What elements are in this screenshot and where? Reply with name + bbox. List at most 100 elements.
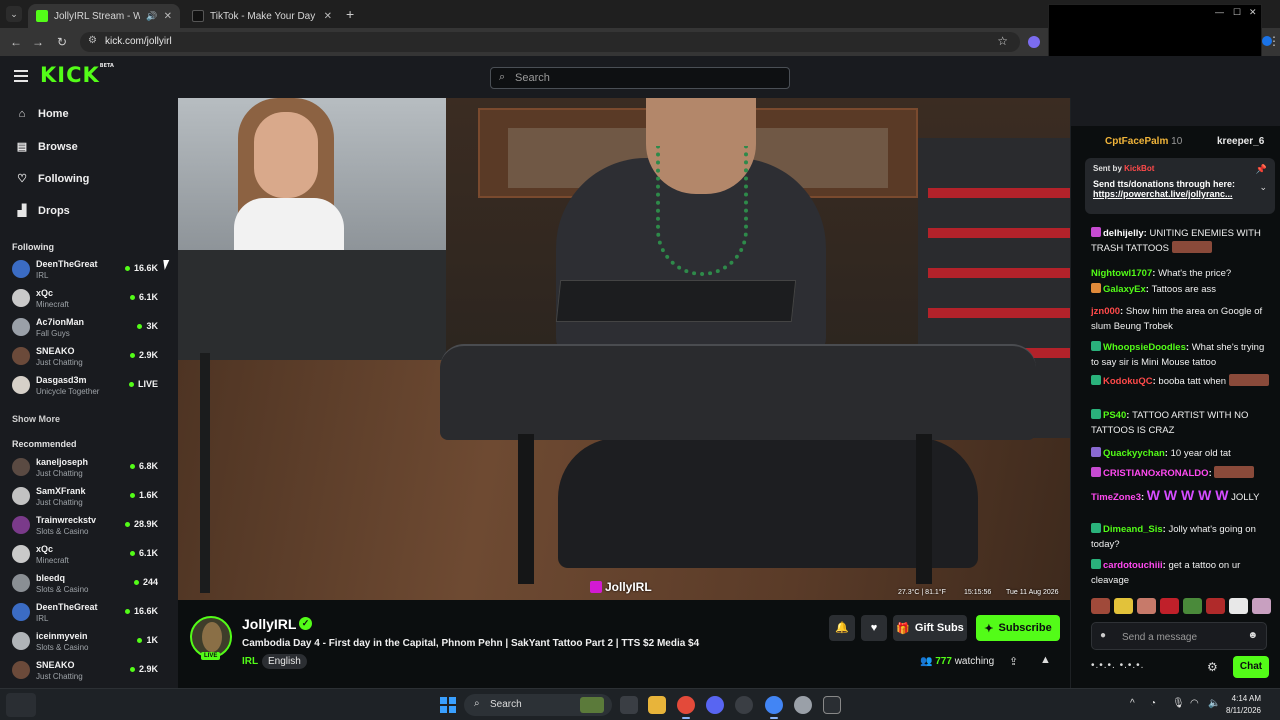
channel-list-item[interactable]: SNEAKO Just Chatting 2.9K <box>12 657 162 683</box>
pin-icon[interactable]: 📌 <box>1256 164 1267 175</box>
emote[interactable] <box>1206 598 1225 614</box>
chat-username[interactable]: TimeZone3 <box>1091 492 1141 503</box>
top-gifter[interactable]: kreeper_6 <box>1217 136 1264 147</box>
emote[interactable] <box>1091 598 1110 614</box>
emote[interactable] <box>1252 598 1271 614</box>
category-link[interactable]: IRL <box>242 656 258 667</box>
emote[interactable] <box>1183 598 1202 614</box>
chat-message[interactable]: Nightowl1707: What's the price? <box>1091 266 1271 281</box>
channel-list-item[interactable]: kaneljoseph Just Chatting 6.8K <box>12 454 162 480</box>
emote[interactable] <box>1137 598 1156 614</box>
app-icon[interactable] <box>735 696 753 714</box>
maximize-icon[interactable]: ☐ <box>1233 7 1241 18</box>
terminal-icon[interactable] <box>823 696 841 714</box>
chat-username[interactable]: GalaxyEx <box>1103 284 1146 295</box>
microphone-icon[interactable]: 🎙 <box>1172 698 1185 709</box>
chat-username[interactable]: WhoopsieDoodles <box>1103 342 1186 353</box>
chevron-down-icon[interactable]: ⌄ <box>1259 182 1267 193</box>
widgets-button[interactable] <box>6 693 36 717</box>
emote[interactable] <box>1229 598 1248 614</box>
channel-list-item[interactable]: xQc Minecraft 6.1K <box>12 285 162 311</box>
chat-message[interactable]: jzn000: Show him the area on Google of s… <box>1091 304 1271 334</box>
video-player[interactable]: JollyIRL 27.3°C | 81.1°F 15:15:56 Tue 11… <box>178 98 1070 600</box>
chat-message[interactable]: GalaxyEx: Tattoos are ass <box>1091 282 1271 297</box>
chat-send-button[interactable]: Chat <box>1233 656 1269 678</box>
reload-icon[interactable]: ↻ <box>54 34 70 50</box>
top-gifter[interactable]: CptFacePalm 10 <box>1105 136 1182 147</box>
chrome-profile-icon[interactable] <box>765 696 783 719</box>
tab-jollyirl[interactable]: JollyIRL Stream - Watch Live 🔊 ✕ <box>28 4 180 28</box>
address-bar[interactable]: ⚙ kick.com/jollyirl ☆ <box>80 32 1020 52</box>
close-icon[interactable]: ✕ <box>1249 7 1257 18</box>
follow-heart-icon[interactable]: ♥ <box>861 615 887 641</box>
report-icon[interactable]: ▲ <box>1040 654 1051 666</box>
discord-icon[interactable] <box>706 696 724 714</box>
channel-list-item[interactable]: Trainwreckstv Slots & Casino 28.9K <box>12 512 162 538</box>
windows-start-icon[interactable] <box>440 697 456 713</box>
chat-message[interactable]: TimeZone3: W W W W W JOLLY <box>1091 488 1271 505</box>
channel-list-item[interactable]: xQc Minecraft 6.1K <box>12 541 162 567</box>
chat-message[interactable]: Dimeand_Sis: Jolly what's going on today… <box>1091 522 1271 552</box>
emoji-icon[interactable]: ☻ <box>1247 630 1258 641</box>
chat-username[interactable]: Dimeand_Sis <box>1103 524 1163 535</box>
browser-menu-icon[interactable]: ⋮ <box>1268 34 1280 48</box>
kick-logo[interactable]: KICKBETA <box>40 63 114 87</box>
tab-tiktok[interactable]: TikTok - Make Your Day ✕ <box>184 4 340 28</box>
channel-list-item[interactable]: SamXFrank Just Chatting 1.6K <box>12 483 162 509</box>
back-arrow-icon[interactable]: ← <box>8 34 24 50</box>
gift-subs-button[interactable]: 🎁 Gift Subs <box>893 615 967 641</box>
sidebar-item-drops[interactable]: ▟ Drops <box>16 204 70 218</box>
volume-icon[interactable]: 🔈 <box>1208 698 1220 709</box>
chat-message[interactable]: PS40: TATTOO ARTIST WITH NO TATTOOS IS C… <box>1091 408 1271 438</box>
channel-list-item[interactable]: Ac7ionMan Fall Guys 3K <box>12 314 162 340</box>
channel-list-item[interactable]: bleedq Slots & Casino 244 <box>12 570 162 596</box>
gear-icon[interactable]: ⚙ <box>1207 660 1218 674</box>
channel-name[interactable]: JollyIRL <box>242 616 296 632</box>
share-icon[interactable]: ⇪ <box>1009 655 1018 668</box>
chrome-icon[interactable] <box>677 696 695 719</box>
chevron-up-icon[interactable]: ^ <box>1130 698 1135 709</box>
minimize-icon[interactable]: — <box>1215 7 1224 17</box>
pinned-link[interactable]: https://powerchat.live/jollyranc... <box>1093 189 1267 199</box>
chat-input-box[interactable]: ● ☻ <box>1091 622 1267 650</box>
file-explorer-icon[interactable] <box>648 696 666 714</box>
chat-message[interactable]: Quackyychan: 10 year old tat <box>1091 446 1271 461</box>
search-input[interactable] <box>515 70 775 86</box>
notification-bell-icon[interactable]: 🔔 <box>829 615 855 641</box>
channel-list-item[interactable]: SNEAKO Just Chatting 2.9K <box>12 343 162 369</box>
chat-message[interactable]: delhijelly: UNITING ENEMIES WITH TRASH T… <box>1091 226 1271 256</box>
chat-username[interactable]: delhijelly <box>1103 228 1144 239</box>
extension-icon[interactable] <box>1028 36 1040 48</box>
sidebar-item-following[interactable]: ♡ Following <box>16 172 89 186</box>
chat-username[interactable]: Quackyychan <box>1103 448 1165 459</box>
channel-list-item[interactable]: Dasgasd3m Unicycle Together LIVE <box>12 372 162 398</box>
forward-arrow-icon[interactable]: → <box>30 34 46 50</box>
emote[interactable] <box>1114 598 1133 614</box>
channel-list-item[interactable]: DeenTheGreat IRL 16.6K <box>12 599 162 625</box>
chat-message[interactable]: CRISTIANOxRONALDO: <box>1091 466 1271 481</box>
chat-username[interactable]: Nightowl1707 <box>1091 268 1152 279</box>
chat-mode-icon[interactable]: ● <box>1100 630 1106 641</box>
chat-username[interactable]: jzn000 <box>1091 306 1120 317</box>
subscribe-button[interactable]: ✦ Subscribe <box>976 615 1060 641</box>
tab-search-button[interactable]: ⌄ <box>6 6 22 22</box>
chat-message[interactable]: KodokuQC: booba tatt when <box>1091 374 1271 389</box>
channel-list-item[interactable]: iceinmyvein Slots & Casino 1K <box>12 628 162 654</box>
chat-username[interactable]: CRISTIANOxRONALDO <box>1103 468 1209 479</box>
close-tab-icon[interactable]: ✕ <box>164 11 172 22</box>
chat-username[interactable]: PS40 <box>1103 410 1126 421</box>
chat-message[interactable]: cardotouchiii: get a tattoo on ur cleava… <box>1091 558 1271 588</box>
show-more-link[interactable]: Show More <box>12 414 60 424</box>
wifi-icon[interactable]: ◠ <box>1190 698 1199 709</box>
close-tab-icon[interactable]: ✕ <box>324 11 332 22</box>
language-tag[interactable]: English <box>262 654 307 669</box>
sidebar-item-home[interactable]: ⌂ Home <box>16 108 69 120</box>
task-view-icon[interactable] <box>620 696 638 714</box>
chat-username[interactable]: cardotouchiii <box>1103 560 1163 571</box>
taskbar-search[interactable]: ⌕ Search <box>464 694 612 716</box>
settings-icon[interactable] <box>794 696 812 714</box>
network-icon[interactable]: ◔ <box>1150 698 1156 709</box>
menu-icon[interactable] <box>14 70 28 82</box>
chat-message[interactable]: WhoopsieDoodles: What she's trying to sa… <box>1091 340 1271 370</box>
emote[interactable] <box>1160 598 1179 614</box>
